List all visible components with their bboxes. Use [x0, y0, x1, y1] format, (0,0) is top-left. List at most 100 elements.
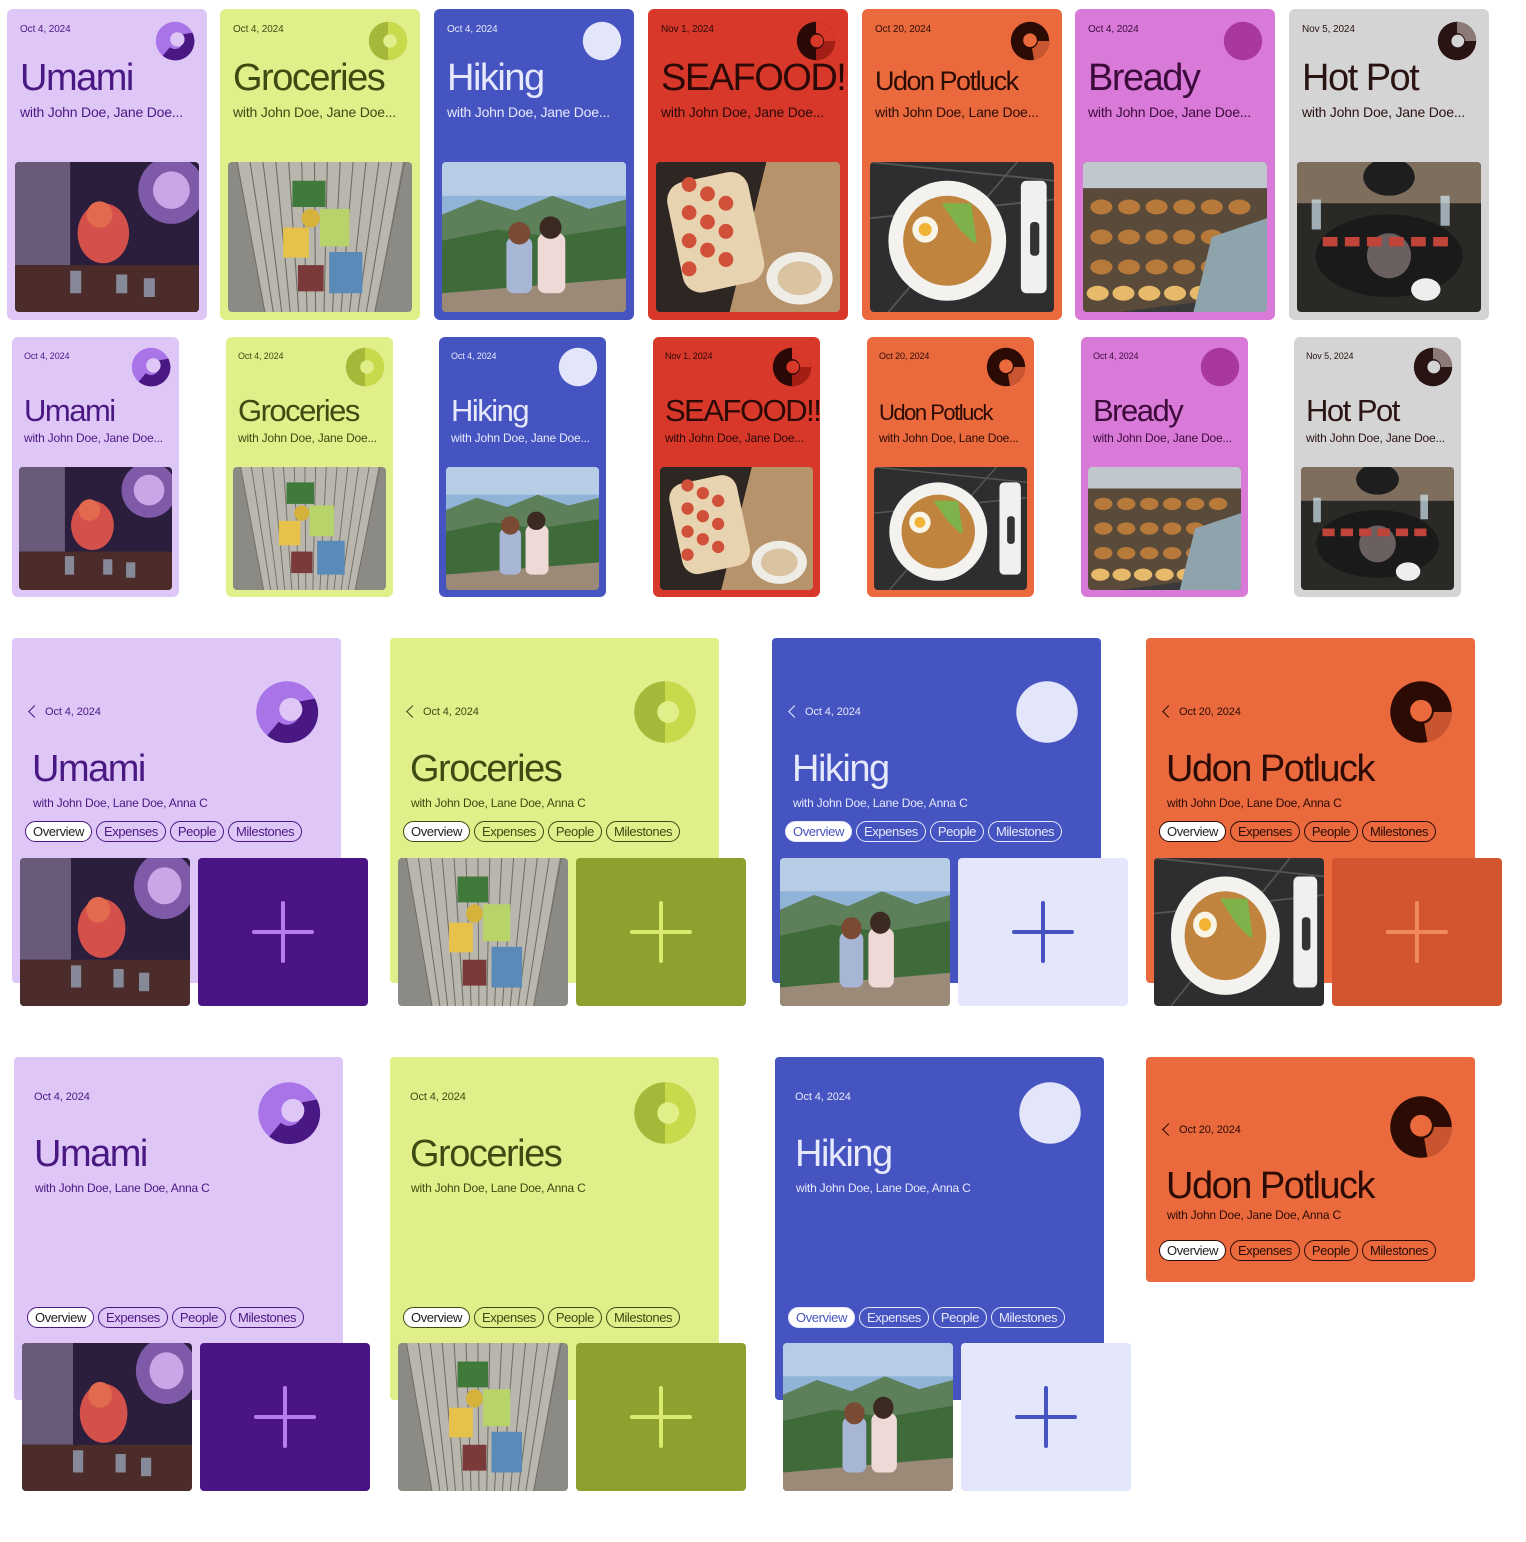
event-date: Nov 5, 2024	[1306, 351, 1354, 361]
event-participants: with John Doe, Lane Doe, Anna C	[411, 796, 586, 810]
tab-overview[interactable]: Overview	[1159, 821, 1226, 842]
udon-photo[interactable]	[1154, 858, 1324, 1006]
event-date: Oct 20, 2024	[879, 351, 930, 361]
tab-expenses[interactable]: Expenses	[855, 821, 926, 842]
tab-people[interactable]: People	[169, 821, 224, 842]
add-photo-button[interactable]	[200, 1343, 370, 1491]
chevron-left-icon[interactable]	[406, 704, 419, 718]
event-title: Udon Potluck	[879, 400, 993, 426]
tab-people[interactable]: People	[1303, 1240, 1358, 1261]
event-title: Hot Pot	[1306, 393, 1400, 428]
event-card-groceries[interactable]: Oct 4, 2024 Groceries with John Doe, Jane…	[220, 9, 420, 320]
cart-photo[interactable]	[398, 1343, 568, 1491]
tab-overview[interactable]: Overview	[403, 1307, 470, 1328]
tab-expenses[interactable]: Expenses	[1229, 821, 1300, 842]
event-logo-icon	[633, 1081, 697, 1150]
event-date: Nov 1, 2024	[665, 351, 713, 361]
event-card-seafood[interactable]: Nov 1, 2024 SEAFOOD!! with John Doe, Jane…	[653, 337, 822, 597]
event-card-umami[interactable]: Oct 4, 2024 Umami with John Doe, Jane Doe…	[12, 337, 179, 597]
tab-overview[interactable]: Overview	[27, 1307, 94, 1328]
tab-milestones[interactable]: Milestones	[1361, 821, 1437, 842]
tab-expenses[interactable]: Expenses	[95, 821, 166, 842]
cart-photo[interactable]	[398, 858, 568, 1006]
tab-expenses[interactable]: Expenses	[97, 1307, 168, 1328]
hotpot-photo[interactable]	[1297, 162, 1481, 312]
event-date: Oct 20, 2024	[875, 24, 932, 35]
cart-photo[interactable]	[228, 162, 412, 312]
tab-people[interactable]: People	[932, 1307, 987, 1328]
tab-milestones[interactable]: Milestones	[1361, 1240, 1437, 1261]
event-logo-icon	[796, 21, 836, 61]
add-photo-button[interactable]	[576, 1343, 746, 1491]
mountain-photo[interactable]	[780, 858, 950, 1006]
event-card-udon[interactable]: Oct 20, 2024 Udon Potluck with John Doe, …	[862, 9, 1062, 320]
event-card-bready[interactable]: Oct 4, 2024 Bready with John Doe, Jane Doe…	[1075, 9, 1275, 320]
tab-milestones[interactable]: Milestones	[990, 1307, 1066, 1328]
tab-milestones[interactable]: Milestones	[605, 821, 681, 842]
event-logo-icon	[257, 1081, 321, 1150]
mountain-photo[interactable]	[446, 467, 599, 590]
udon-photo[interactable]	[874, 467, 1027, 590]
tab-overview[interactable]: Overview	[25, 821, 92, 842]
tab-milestones[interactable]: Milestones	[605, 1307, 681, 1328]
tab-overview[interactable]: Overview	[1159, 1240, 1226, 1261]
lobster-photo[interactable]	[656, 162, 840, 312]
event-card-hiking[interactable]: Oct 4, 2024 Hiking with John Doe, Jane Doe…	[434, 9, 634, 320]
add-photo-button[interactable]	[958, 858, 1128, 1006]
tab-overview[interactable]: Overview	[403, 821, 470, 842]
party-photo[interactable]	[15, 162, 199, 312]
event-date: Oct 4, 2024	[410, 1091, 466, 1103]
event-title: Umami	[20, 57, 134, 99]
tab-people[interactable]: People	[929, 821, 984, 842]
tab-bar: Overview Expenses People Milestones	[1159, 1240, 1437, 1261]
party-photo[interactable]	[19, 467, 172, 590]
event-card-hotpot[interactable]: Nov 5, 2024 Hot Pot with John Doe, Jane D…	[1294, 337, 1461, 597]
udon-photo[interactable]	[870, 162, 1054, 312]
tab-people[interactable]: People	[547, 821, 602, 842]
event-date-text: Oct 4, 2024	[34, 1091, 90, 1103]
tab-milestones[interactable]: Milestones	[987, 821, 1063, 842]
tab-expenses[interactable]: Expenses	[473, 1307, 544, 1328]
event-card-seafood[interactable]: Nov 1, 2024 SEAFOOD! with John Doe, Jane …	[648, 9, 848, 320]
lobster-photo[interactable]	[660, 467, 813, 590]
tab-overview[interactable]: Overview	[785, 821, 852, 842]
chevron-left-icon[interactable]	[1162, 1122, 1175, 1136]
chevron-left-icon[interactable]	[788, 704, 801, 718]
add-photo-button[interactable]	[961, 1343, 1131, 1491]
event-logo-icon	[1389, 680, 1453, 749]
party-photo[interactable]	[22, 1343, 192, 1491]
bakery-photo[interactable]	[1083, 162, 1267, 312]
tab-overview[interactable]: Overview	[788, 1307, 855, 1328]
event-date: Oct 20, 2024	[1162, 704, 1241, 718]
party-photo[interactable]	[20, 858, 190, 1006]
mountain-photo[interactable]	[442, 162, 626, 312]
chevron-left-icon[interactable]	[1162, 704, 1175, 718]
tab-expenses[interactable]: Expenses	[473, 821, 544, 842]
tab-milestones[interactable]: Milestones	[227, 821, 303, 842]
hotpot-photo[interactable]	[1301, 467, 1454, 590]
event-participants: with John Doe, Jane Doe...	[661, 104, 824, 120]
event-participants: with John Doe, Lane Doe...	[879, 431, 1019, 445]
tab-people[interactable]: People	[1303, 821, 1358, 842]
mountain-photo[interactable]	[783, 1343, 953, 1491]
tab-expenses[interactable]: Expenses	[858, 1307, 929, 1328]
event-card-hiking[interactable]: Oct 4, 2024 Hiking with John Doe, Jane Doe…	[439, 337, 606, 597]
event-card-bready[interactable]: Oct 4, 2024 Bready with John Doe, Jane Doe…	[1081, 337, 1248, 597]
tab-people[interactable]: People	[171, 1307, 226, 1328]
tab-people[interactable]: People	[547, 1307, 602, 1328]
tab-milestones[interactable]: Milestones	[229, 1307, 305, 1328]
event-card-udon[interactable]: Oct 20, 2024 Udon Potluck with John Doe, …	[867, 337, 1034, 597]
tab-bar: Overview Expenses People Milestones	[1159, 821, 1437, 842]
add-photo-button[interactable]	[198, 858, 368, 1006]
event-card-umami[interactable]: Oct 4, 2024 Umami with John Doe, Jane Doe…	[7, 9, 207, 320]
add-photo-button[interactable]	[576, 858, 746, 1006]
cart-photo[interactable]	[233, 467, 386, 590]
event-date-text: Oct 20, 2024	[1179, 706, 1241, 718]
tab-expenses[interactable]: Expenses	[1229, 1240, 1300, 1261]
add-photo-button[interactable]	[1332, 858, 1502, 1006]
event-participants: with John Doe, Jane Doe...	[1306, 431, 1445, 445]
chevron-left-icon[interactable]	[28, 704, 41, 718]
event-card-hotpot[interactable]: Nov 5, 2024 Hot Pot with John Doe, Jane D…	[1289, 9, 1489, 320]
event-card-groceries[interactable]: Oct 4, 2024 Groceries with John Doe, Jane…	[226, 337, 393, 597]
bakery-photo[interactable]	[1088, 467, 1241, 590]
